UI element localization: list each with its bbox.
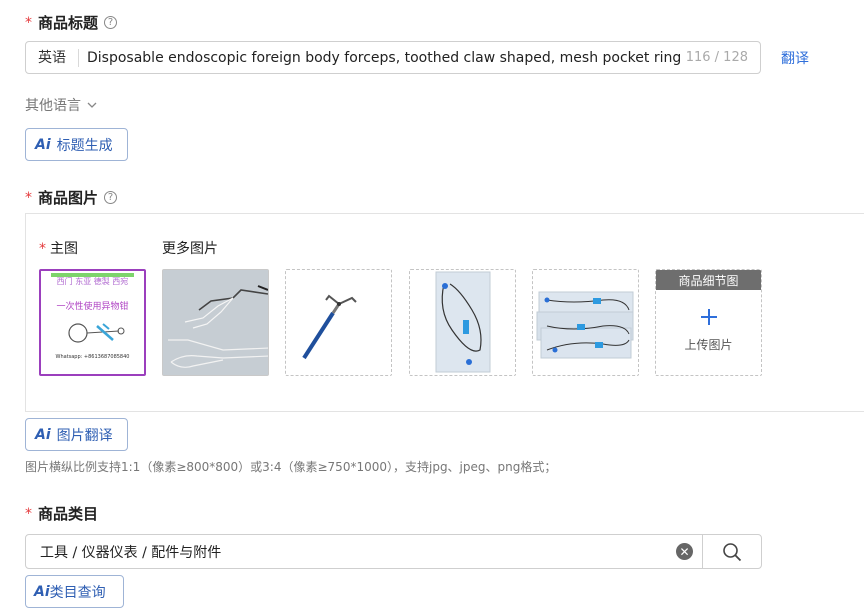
category-query-label: 类目查询 (49, 584, 106, 601)
chevron-down-icon (87, 102, 97, 108)
images-label: 商品图片 (38, 189, 99, 207)
title-section-label: * 商品标题 ? (25, 12, 118, 33)
search-button[interactable] (702, 535, 761, 568)
main-image-label-text: 主图 (50, 241, 78, 257)
main-image-thumb[interactable]: 西门 东亚 德製 西宛 一次性使用异物钳 Whatsapp: +86136870… (39, 269, 146, 376)
more-images-label: 更多图片 (162, 241, 218, 257)
help-icon[interactable]: ? (104, 16, 118, 29)
ai-icon: Ai (35, 136, 51, 153)
plus-icon (656, 308, 761, 330)
clear-icon[interactable]: ✕ (676, 543, 693, 560)
category-input[interactable]: 工具 / 仪器仪表 / 配件与附件 ✕ (25, 534, 762, 569)
search-icon (723, 542, 742, 561)
detail-image-upload[interactable]: 商品细节图 上传图片 (655, 269, 762, 376)
category-query-button[interactable]: Ai 类目查询 (25, 575, 124, 608)
title-generate-button[interactable]: Ai 标题生成 (25, 128, 128, 161)
image-translate-label: 图片翻译 (56, 427, 113, 444)
ai-icon: Ai (34, 583, 50, 600)
main-image-contact: Whatsapp: +8613687085840 (55, 354, 130, 360)
required-mark: * (25, 505, 32, 522)
more-image-thumb[interactable] (409, 269, 516, 376)
image-translate-button[interactable]: Ai 图片翻译 (25, 418, 128, 451)
forceps-wire-image (163, 270, 268, 375)
more-image-thumb[interactable] (162, 269, 269, 376)
blue-forceps-image (302, 294, 357, 360)
main-image-label: * 主图 (39, 238, 78, 258)
upload-label: 上传图片 (684, 338, 733, 352)
required-mark: * (25, 14, 32, 31)
more-image-thumb[interactable] (285, 269, 392, 376)
category-value[interactable]: 工具 / 仪器仪表 / 配件与附件 (26, 542, 676, 562)
main-image-brands: 西门 东亚 德製 西宛 (56, 277, 129, 286)
help-icon[interactable]: ? (104, 191, 118, 204)
packages-image (536, 291, 634, 359)
character-counter: 116 / 128 (679, 50, 760, 65)
title-label: 商品标题 (38, 14, 99, 32)
category-section-label: * 商品类目 (25, 503, 98, 524)
required-mark: * (39, 241, 46, 257)
translate-link[interactable]: 翻译 (781, 48, 809, 68)
main-image-caption: 一次性使用异物钳 (56, 302, 129, 312)
image-format-hint: 图片横纵比例支持1:1（像素≥800*800）或3:4（像素≥750*1000）… (25, 460, 557, 474)
required-mark: * (25, 189, 32, 206)
title-generate-label: 标题生成 (56, 137, 113, 154)
category-label: 商品类目 (38, 505, 99, 523)
other-languages-toggle[interactable]: 其他语言 (25, 95, 98, 115)
ai-icon: Ai (35, 426, 51, 443)
more-image-thumb[interactable] (532, 269, 639, 376)
title-value[interactable]: Disposable endoscopic foreign body force… (79, 50, 680, 66)
language-prefix: 英语 (26, 48, 79, 67)
title-input[interactable]: 英语 Disposable endoscopic foreign body fo… (25, 41, 761, 74)
detail-image-tab: 商品细节图 (656, 270, 761, 290)
forceps-icon (68, 323, 125, 343)
other-languages-label: 其他语言 (25, 98, 81, 114)
package-image (435, 271, 491, 373)
images-section-label: * 商品图片 ? (25, 187, 118, 208)
